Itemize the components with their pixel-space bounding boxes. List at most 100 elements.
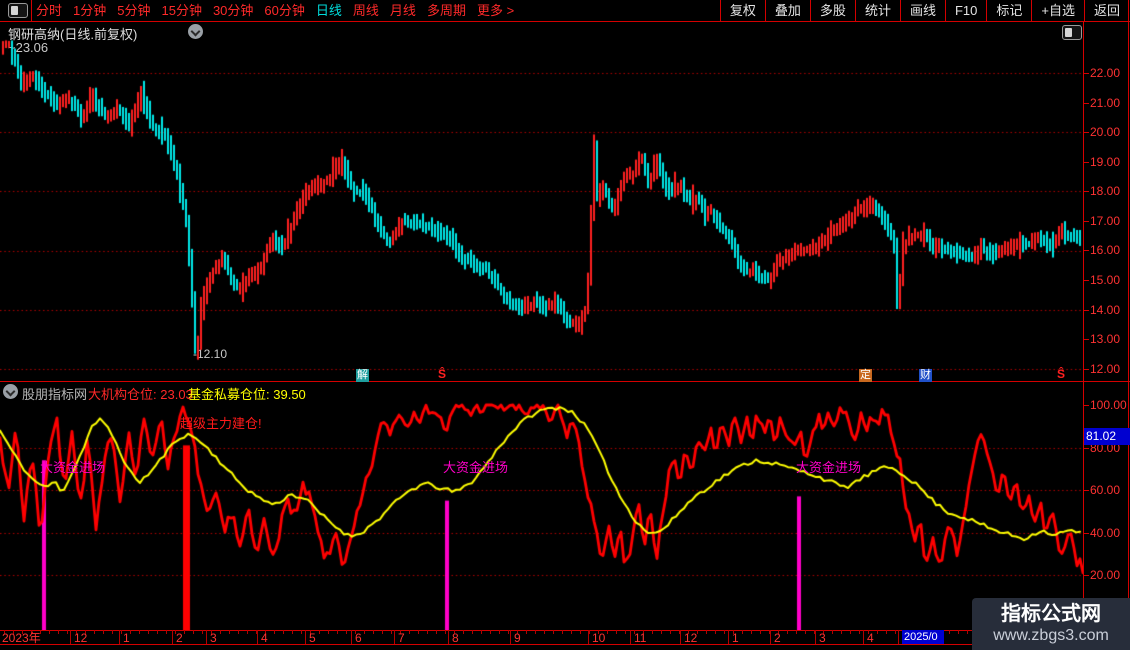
time-axis-separator: [680, 630, 681, 644]
menu-draw-line[interactable]: 画线: [899, 0, 945, 21]
indicator-annotation: 大资金进场: [443, 460, 509, 475]
chart-marker[interactable]: 定: [859, 369, 872, 382]
price-axis-label: 16.00: [1090, 243, 1121, 257]
time-axis-minor-tick: [562, 630, 563, 634]
time-axis-label: 12: [684, 631, 698, 645]
time-axis-separator: [728, 630, 729, 644]
window-layout-icon[interactable]: [8, 3, 28, 18]
time-axis-minor-tick: [787, 630, 788, 634]
time-axis-separator: [70, 630, 71, 644]
time-cursor-value: 2025/0: [902, 630, 944, 644]
time-axis-minor-tick: [967, 630, 968, 634]
indicator-axis-label: 60.00: [1090, 483, 1121, 497]
tab-more[interactable]: 更多 >: [477, 0, 514, 21]
time-axis-minor-tick: [112, 630, 113, 634]
menu-add-watchlist[interactable]: +自选: [1031, 0, 1084, 21]
time-axis-minor-tick: [850, 630, 851, 634]
price-axis-label: 15.00: [1090, 273, 1121, 287]
time-axis-label: 2023年: [2, 631, 41, 645]
price-axis-tick: [1084, 103, 1089, 104]
indicator-axis-tick: [1084, 533, 1089, 534]
menu-overlay[interactable]: 叠加: [764, 0, 810, 21]
time-axis-minor-tick: [751, 630, 752, 634]
time-axis-minor-tick: [805, 630, 806, 634]
price-axis-label: 13.00: [1090, 332, 1121, 346]
time-axis-minor-tick: [832, 630, 833, 634]
tab-monthly[interactable]: 月线: [390, 0, 416, 21]
time-axis-minor-tick: [49, 630, 50, 634]
time-axis-label: 2: [176, 631, 183, 645]
menu-stats[interactable]: 统计: [854, 0, 900, 21]
time-axis-minor-tick: [148, 630, 149, 634]
time-axis-minor-tick: [139, 630, 140, 634]
tab-timeshare[interactable]: 分时: [36, 0, 62, 21]
time-axis-minor-tick: [715, 630, 716, 634]
time-axis-minor-tick: [58, 630, 59, 634]
time-axis-separator: [351, 630, 352, 644]
indicator-axis-label: 40.00: [1090, 526, 1121, 540]
time-axis-separator: [448, 630, 449, 644]
indicator-chart[interactable]: [0, 382, 1083, 630]
chart-marker[interactable]: Ŝ: [438, 368, 446, 381]
time-axis-minor-tick: [184, 630, 185, 634]
menu-mark[interactable]: 标记: [986, 0, 1031, 21]
time-axis-label: 3: [210, 631, 217, 645]
time-axis-separator: [630, 630, 631, 644]
time-axis-minor-tick: [391, 630, 392, 634]
chart-marker[interactable]: Ŝ: [1057, 368, 1065, 381]
tab-daily[interactable]: 日线: [316, 0, 342, 21]
chart-marker[interactable]: 财: [919, 369, 932, 382]
time-axis-bottom-border: [0, 644, 1130, 645]
tab-30min[interactable]: 30分钟: [213, 0, 253, 21]
time-axis-minor-tick: [157, 630, 158, 634]
time-axis-label: 12: [74, 631, 88, 645]
time-axis-minor-tick: [472, 630, 473, 634]
price-axis-tick: [1084, 339, 1089, 340]
menu-adjust[interactable]: 复权: [719, 0, 765, 21]
time-axis-separator: [898, 630, 899, 644]
time-axis-minor-tick: [886, 630, 887, 634]
menu-f10[interactable]: F10: [944, 0, 986, 21]
time-axis-label: 8: [452, 631, 459, 645]
indicator-annotation: 大资金进场: [796, 460, 862, 475]
indicator-source[interactable]: 股朋指标网: [22, 384, 87, 403]
menu-multi-stock[interactable]: 多股: [809, 0, 855, 21]
candlestick-chart[interactable]: [0, 22, 1083, 382]
time-axis-minor-tick: [958, 630, 959, 634]
time-axis-minor-tick: [589, 630, 590, 634]
tab-60min[interactable]: 60分钟: [264, 0, 304, 21]
time-axis-label: 7: [398, 631, 405, 645]
price-axis-label: 12.00: [1090, 362, 1121, 376]
time-axis-separator: [588, 630, 589, 644]
time-axis-minor-tick: [526, 630, 527, 634]
time-axis-minor-tick: [463, 630, 464, 634]
time-axis-separator: [863, 630, 864, 644]
time-axis-separator: [172, 630, 173, 644]
time-axis-minor-tick: [445, 630, 446, 634]
time-axis-minor-tick: [670, 630, 671, 634]
price-axis-label: 17.00: [1090, 214, 1121, 228]
time-axis-separator: [770, 630, 771, 644]
price-axis-tick: [1084, 191, 1089, 192]
tab-1min[interactable]: 1分钟: [73, 0, 106, 21]
time-axis-minor-tick: [229, 630, 230, 634]
price-axis-label: 22.00: [1090, 66, 1121, 80]
panel-divider: [0, 381, 1130, 382]
tab-weekly[interactable]: 周线: [353, 0, 379, 21]
tab-multi-period[interactable]: 多周期: [427, 0, 466, 21]
price-axis-tick: [1084, 310, 1089, 311]
tab-5min[interactable]: 5分钟: [117, 0, 150, 21]
indicator-axis-tick: [1084, 405, 1089, 406]
menu-back[interactable]: 返回: [1083, 0, 1129, 21]
tab-15min[interactable]: 15分钟: [161, 0, 201, 21]
time-axis-minor-tick: [859, 630, 860, 634]
chart-marker[interactable]: 解: [356, 369, 369, 382]
time-axis-minor-tick: [742, 630, 743, 634]
time-axis-minor-tick: [508, 630, 509, 634]
time-axis-separator: [815, 630, 816, 644]
watermark: 指标公式网 www.zbgs3.com: [972, 598, 1130, 650]
price-axis-tick: [1084, 162, 1089, 163]
time-axis-minor-tick: [220, 630, 221, 634]
price-axis-label: 19.00: [1090, 155, 1121, 169]
indicator-chevron-down-icon[interactable]: [3, 384, 18, 399]
